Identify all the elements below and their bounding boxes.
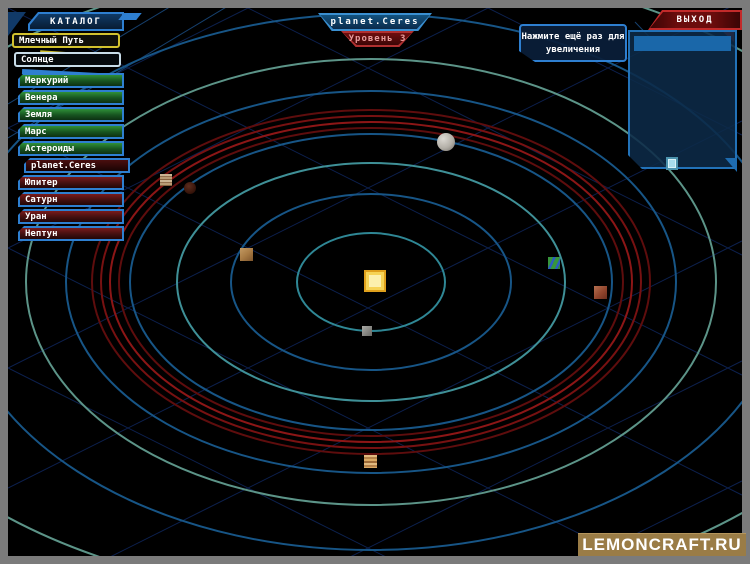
exit-button-label: ВЫХОД bbox=[648, 10, 742, 30]
ceres-marker[interactable] bbox=[437, 133, 455, 151]
overview-panel-header bbox=[634, 36, 731, 51]
sidebar-item-asteroids[interactable]: Астероиды bbox=[18, 141, 124, 156]
sidebar-item-label: planet.Ceres bbox=[31, 161, 96, 171]
venus-marker[interactable] bbox=[240, 248, 253, 261]
dark-body-marker[interactable] bbox=[184, 182, 196, 194]
sidebar-item-label: Уран bbox=[25, 212, 47, 222]
sidebar-item-sun[interactable]: Солнце bbox=[14, 52, 121, 67]
catalog-header: КАТАЛОГ bbox=[28, 12, 124, 31]
mercury-marker[interactable] bbox=[362, 326, 372, 336]
tier-banner: Уровень 3 bbox=[341, 31, 414, 47]
sidebar-item-label: Марс bbox=[25, 127, 47, 137]
window-frame: КАТАЛОГ Млечный Путь Солнце Меркурий Вен… bbox=[0, 0, 750, 564]
zoom-hint-tooltip: Нажмите ещё раз для увеличения bbox=[519, 24, 627, 62]
sidebar-item-label: Юпитер bbox=[25, 178, 58, 188]
sidebar-item-jupiter[interactable]: Юпитер bbox=[18, 175, 124, 190]
sidebar-item-label: Нептун bbox=[25, 229, 58, 239]
sidebar-item-label: Земля bbox=[25, 110, 52, 120]
sidebar-item-venus[interactable]: Венера bbox=[18, 90, 124, 105]
sidebar-item-label: Астероиды bbox=[25, 144, 74, 154]
sidebar-item-earth[interactable]: Земля bbox=[18, 107, 124, 122]
earth-marker[interactable] bbox=[548, 257, 560, 269]
saturn-marker[interactable] bbox=[160, 174, 172, 186]
zoom-hint-line2: увеличения bbox=[546, 45, 600, 55]
sidebar-item-label: Солнце bbox=[21, 55, 54, 65]
watermark: LEMONCRAFT.RU bbox=[578, 533, 746, 556]
celestial-map-screen: КАТАЛОГ Млечный Путь Солнце Меркурий Вен… bbox=[8, 8, 742, 556]
tier-label: Уровень 3 bbox=[341, 31, 414, 47]
sidebar-item-uranus[interactable]: Уран bbox=[18, 209, 124, 224]
selected-body-name: planet.Ceres bbox=[318, 13, 432, 31]
sidebar-item-neptune[interactable]: Нептун bbox=[18, 226, 124, 241]
catalog-header-label: КАТАЛОГ bbox=[28, 12, 124, 31]
sidebar-item-mercury[interactable]: Меркурий bbox=[18, 73, 124, 88]
jupiter-marker[interactable] bbox=[364, 455, 377, 468]
exit-button[interactable]: ВЫХОД bbox=[648, 10, 742, 30]
sidebar-item-milky-way[interactable]: Млечный Путь bbox=[12, 33, 120, 48]
sidebar-item-label: Сатурн bbox=[25, 195, 58, 205]
sun-marker[interactable] bbox=[364, 270, 386, 292]
selected-body-banner: planet.Ceres bbox=[318, 13, 432, 31]
zoom-hint-line1: Нажмите ещё раз для bbox=[522, 32, 625, 42]
sidebar-item-label: Млечный Путь bbox=[19, 36, 84, 46]
sidebar-item-ceres[interactable]: planet.Ceres bbox=[24, 158, 130, 173]
sidebar-item-label: Меркурий bbox=[25, 76, 68, 86]
overview-panel bbox=[628, 30, 737, 169]
mars-marker[interactable] bbox=[594, 286, 607, 299]
overview-panel-handle[interactable] bbox=[666, 157, 678, 170]
sidebar-item-saturn[interactable]: Сатурн bbox=[18, 192, 124, 207]
sidebar-item-label: Венера bbox=[25, 93, 58, 103]
sidebar-item-mars[interactable]: Марс bbox=[18, 124, 124, 139]
